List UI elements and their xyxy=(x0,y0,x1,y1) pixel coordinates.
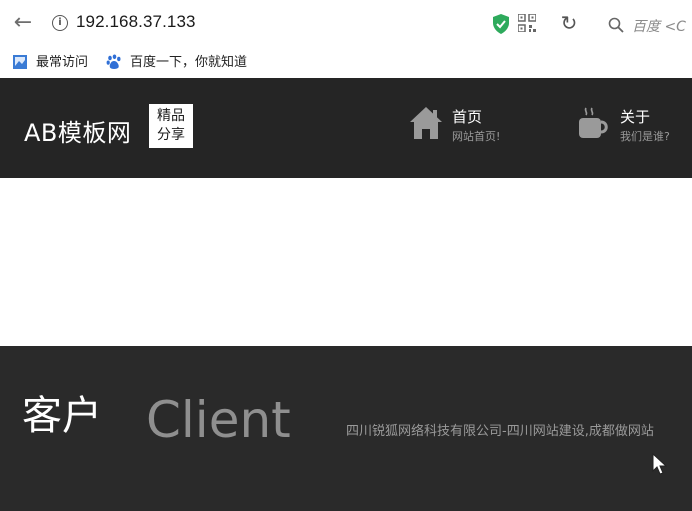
bookmark-label: 最常访问 xyxy=(36,55,89,70)
bookmarks-bar: 最常访问 百度一下，你就知道 xyxy=(0,48,692,78)
search-icon xyxy=(608,17,624,33)
content-area xyxy=(0,178,692,346)
shield-check-icon[interactable] xyxy=(492,14,510,34)
info-icon[interactable]: i xyxy=(52,15,68,31)
browser-toolbar: ← i 192.168.37.133 ↻ 百度 <C xyxy=(0,0,692,48)
address-bar-url[interactable]: 192.168.37.133 xyxy=(76,12,196,32)
client-section: 客户 Client 四川锐狐网络科技有限公司-四川网站建设,成都做网站 xyxy=(0,346,692,511)
nav-label: 首页 xyxy=(452,108,483,126)
baidu-paw-icon xyxy=(106,54,121,69)
coffee-cup-icon xyxy=(579,107,608,138)
bookmark-page-icon xyxy=(13,55,27,69)
section-title-en: Client xyxy=(146,391,291,449)
back-arrow-icon[interactable]: ← xyxy=(10,10,36,36)
logo-badge-line2: 分享 xyxy=(157,127,185,143)
nav-label: 关于 xyxy=(620,108,651,126)
qr-code-icon[interactable] xyxy=(518,14,536,32)
search-box[interactable]: 百度 <C xyxy=(598,8,692,40)
section-title-cn: 客户 xyxy=(22,393,102,439)
mouse-cursor-icon xyxy=(652,453,668,475)
bookmark-label: 百度一下，你就知道 xyxy=(130,55,248,70)
refresh-icon[interactable]: ↻ xyxy=(558,10,580,36)
section-description: 四川锐狐网络科技有限公司-四川网站建设,成都做网站 xyxy=(346,424,654,439)
logo-badge-line1: 精品 xyxy=(157,108,185,124)
home-icon xyxy=(410,107,442,139)
site-logo-text[interactable]: AB模板网 xyxy=(24,113,131,148)
logo-badge: 精品 分享 xyxy=(149,104,193,148)
nav-sublabel: 网站首页! xyxy=(452,130,501,143)
search-placeholder: 百度 <C xyxy=(632,19,686,35)
site-header: AB模板网 精品 分享 首页 网站首页! 关于 我们是谁? xyxy=(0,78,692,178)
nav-sublabel: 我们是谁? xyxy=(620,130,670,143)
